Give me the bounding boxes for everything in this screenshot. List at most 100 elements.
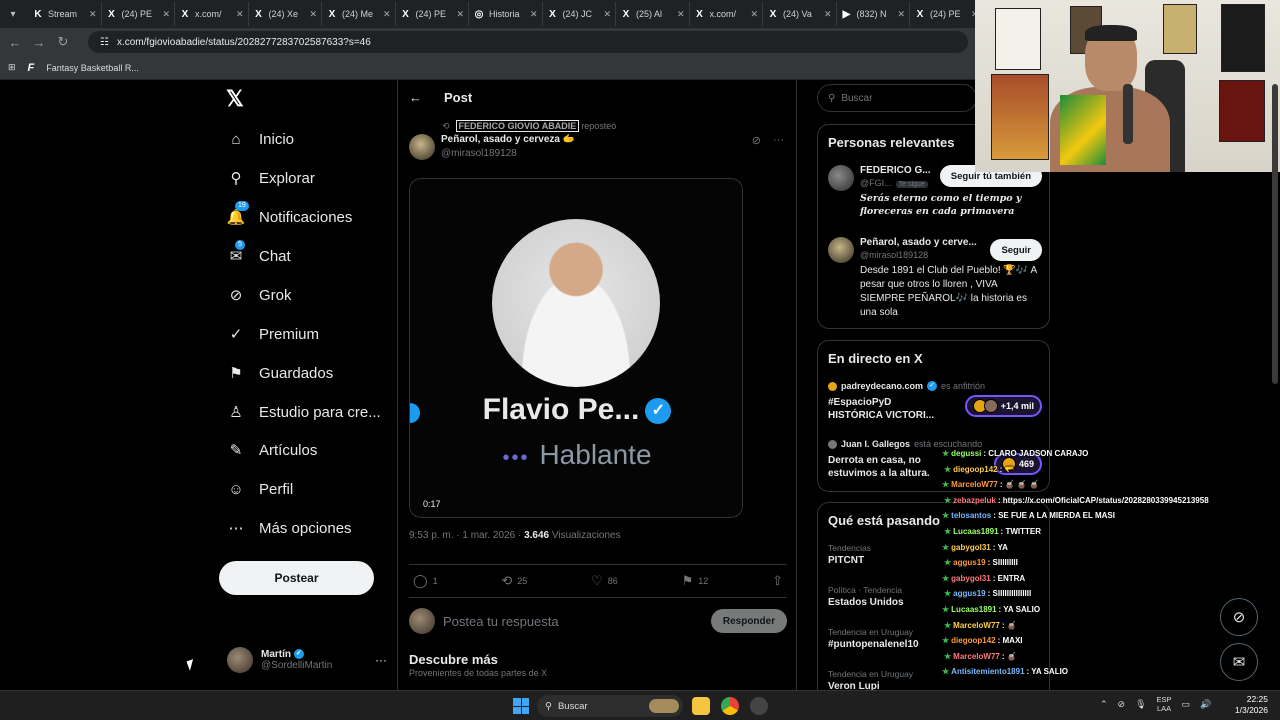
grok-float-icon[interactable]: ⊘ <box>1220 598 1258 636</box>
tab-search-icon[interactable]: ▾ <box>4 5 22 23</box>
account-switcher[interactable]: Martín ✓ @SordelliMartin ··· <box>227 645 387 675</box>
sidebar-item-label: Artículos <box>259 441 318 459</box>
browser-tab[interactable]: X (24) Va ✕ <box>763 2 837 26</box>
listeners-pill[interactable]: +1,4 mil <box>964 395 1042 417</box>
file-explorer-icon[interactable] <box>692 697 710 715</box>
speaker-name-row: Flavio Pe... ✓ <box>410 393 742 427</box>
close-icon[interactable]: ✕ <box>89 9 97 20</box>
chevron-up-icon[interactable]: ⌃ <box>1100 699 1108 710</box>
grok-icon[interactable]: ⊘ <box>752 134 761 147</box>
sidebar-item-grok[interactable]: ⊘ Grok <box>227 286 292 305</box>
repost-action[interactable]: ⟲ 25 <box>501 573 527 589</box>
close-icon[interactable]: ✕ <box>750 9 758 20</box>
browser-tab[interactable]: Xx.com/ ✕ <box>175 2 249 26</box>
tab-label: Historia <box>489 9 520 19</box>
bookmark-fantasy[interactable]: Fantasy Basketball R... <box>46 63 139 73</box>
reply-action[interactable]: ◯ 1 <box>413 573 438 589</box>
browser-tab[interactable]: ◎ Historia ✕ <box>469 2 543 26</box>
post-time[interactable]: 9:53 p. m. · 1 mar. 2026 · <box>409 530 524 541</box>
site-info-icon[interactable]: ☷ <box>100 37 109 48</box>
network-icon[interactable]: ⊘ <box>1118 699 1126 710</box>
browser-tab[interactable]: X (24) Me ✕ <box>322 2 396 26</box>
reply-button[interactable]: Responder <box>711 609 787 633</box>
browser-tab[interactable]: ▶ (832) N ✕ <box>837 2 910 26</box>
sidebar-item-premium[interactable]: ✓ Premium <box>227 325 319 344</box>
home-icon-glyph: ⌂ <box>231 130 241 148</box>
sidebar-item-chat[interactable]: ✉ 5 Chat <box>227 240 291 265</box>
close-icon[interactable]: ✕ <box>236 9 244 20</box>
browser-tab[interactable]: X(24) PE✕ <box>102 2 175 26</box>
chat-message: ★ MarceloW77: 🧉 🧉 🧉 <box>942 480 1040 490</box>
sidebar-item-perfil[interactable]: ☺ Perfil <box>227 480 293 498</box>
more-icon[interactable]: ··· <box>773 134 784 147</box>
sidebar-item-artículos[interactable]: ✎ Artículos <box>227 441 318 460</box>
language-indicator[interactable]: ESP LAA <box>1157 695 1172 713</box>
close-icon[interactable]: ✕ <box>162 9 170 20</box>
browser-tab[interactable]: Xx.com/ ✕ <box>690 2 763 26</box>
windows-start-icon[interactable] <box>513 698 529 714</box>
sidebar-item-explorar[interactable]: ⚲ Explorar <box>227 169 315 188</box>
reload-icon[interactable]: ↻ <box>56 34 70 50</box>
app-icon[interactable] <box>750 697 768 715</box>
close-icon[interactable]: ✕ <box>897 9 905 20</box>
author-avatar[interactable] <box>409 134 435 160</box>
browser-tab[interactable]: X(24) PE✕ <box>396 2 469 26</box>
url-field[interactable]: ☷ x.com/fgiovioabadie/status/20282772837… <box>88 31 968 53</box>
sidebar-item-más-opciones[interactable]: ⋯ Más opciones <box>227 519 352 538</box>
share-action[interactable]: ⇧ <box>772 573 783 589</box>
close-icon[interactable]: ✕ <box>456 9 464 20</box>
search-input[interactable]: ⚲ Buscar <box>817 84 977 112</box>
microphone-icon[interactable]: 🎙 <box>1135 699 1146 710</box>
author-name-row[interactable]: Peñarol, asado y cerveza 🫱 <box>441 134 575 145</box>
sidebar-item-label: Explorar <box>259 169 315 187</box>
close-icon[interactable]: ✕ <box>603 9 611 20</box>
sidebar-item-estudio-para-cre[interactable]: ♙ Estudio para cre... <box>227 403 380 422</box>
badge-icon: ★ <box>942 636 950 646</box>
sidebar-item-guardados[interactable]: ⚑ Guardados <box>227 364 333 383</box>
browser-tab[interactable]: X (24) Xe ✕ <box>249 2 322 26</box>
speaker-role: Hablante <box>539 439 652 470</box>
reposter-name[interactable]: FEDERICO GIOVIO ABADIE <box>455 120 580 132</box>
back-icon[interactable]: ← <box>8 35 22 50</box>
close-icon[interactable]: ✕ <box>309 9 317 20</box>
bookmark-action[interactable]: ⚑ 12 <box>682 573 709 589</box>
live-space[interactable]: padreydecano.com ✓ es anfitrión #EspacioPy… <box>828 381 1042 422</box>
forward-icon[interactable]: → <box>32 35 46 50</box>
badge-icon: ★ <box>942 480 950 490</box>
x-logo-icon[interactable]: 𝕏 <box>226 86 244 112</box>
chat-text: 🧉 <box>1006 651 1017 661</box>
close-icon[interactable]: ✕ <box>530 9 538 20</box>
sidebar-item-notificaciones[interactable]: 🔔 19 Notificaciones <box>227 201 352 226</box>
account-more-icon[interactable]: ··· <box>375 653 387 667</box>
tab-label: x.com/ <box>195 9 222 19</box>
like-action[interactable]: ♡ 86 <box>591 573 618 589</box>
browser-tab[interactable]: X (24) JC ✕ <box>543 2 616 26</box>
avatar <box>227 647 253 673</box>
sidebar-item-inicio[interactable]: ⌂ Inicio <box>227 130 294 148</box>
clock[interactable]: 22:25 1/3/2026 <box>1235 694 1268 716</box>
close-icon[interactable]: ✕ <box>824 9 832 20</box>
scrollbar[interactable] <box>1272 84 1278 384</box>
video-player[interactable]: Flavio Pe... ✓ ••• Hablante 0:17 <box>409 178 743 518</box>
speaking-dots-icon: ••• <box>502 447 530 469</box>
person-item[interactable]: FEDERICO G... @FGI... Te sigue Serás eter… <box>828 165 1042 225</box>
reply-input[interactable]: Postea tu respuesta <box>443 614 703 629</box>
chrome-icon[interactable] <box>721 697 739 715</box>
tab-favicon-icon: ◎ <box>474 8 484 20</box>
back-arrow-icon[interactable]: ← <box>409 90 422 105</box>
tab-label: x.com/ <box>709 9 737 19</box>
taskbar-search[interactable]: ⚲ Buscar <box>537 695 683 717</box>
person-item[interactable]: Peñarol, asado y cerve... @mirasol189128… <box>828 237 1042 322</box>
browser-tab[interactable]: X (25) Al ✕ <box>616 2 690 26</box>
browser-tab[interactable]: K Stream ✕ <box>28 2 102 26</box>
volume-icon[interactable]: 🔊 <box>1200 699 1211 710</box>
post-button[interactable]: Postear <box>219 561 374 595</box>
tab-label: (24) Va <box>783 9 812 19</box>
messages-float-icon[interactable]: ✉ <box>1220 643 1258 681</box>
browser-tab[interactable]: X(24) PE✕ <box>910 2 984 26</box>
close-icon[interactable]: ✕ <box>383 9 391 20</box>
close-icon[interactable]: ✕ <box>677 9 685 20</box>
follow-button[interactable]: Seguir <box>990 239 1042 261</box>
display-icon[interactable]: ▭ <box>1182 699 1191 710</box>
apps-grid-icon[interactable]: ⊞ <box>8 62 16 73</box>
